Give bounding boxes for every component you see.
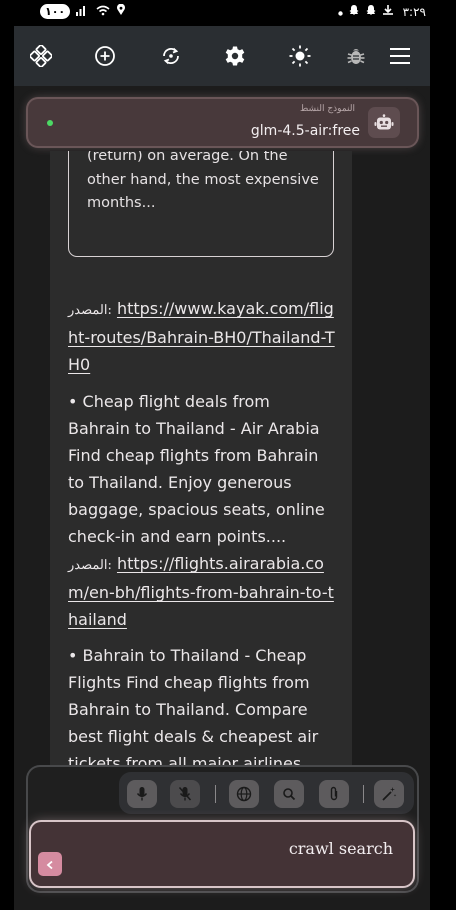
snapchat-icon: [348, 4, 360, 19]
quoted-snippet: (return) on average. On the other hand, …: [68, 151, 334, 257]
prompt-value: crawl search: [288, 839, 393, 858]
assistant-message: (return) on average. On the other hand, …: [50, 151, 352, 786]
globe-icon[interactable]: [229, 780, 259, 808]
result-item: • Bahrain to Thailand - Cheap Flights Fi…: [68, 642, 336, 777]
source-label: المصدر:: [68, 558, 112, 573]
status-time: ٣:٢٩: [402, 4, 426, 19]
source-label: المصدر:: [68, 303, 112, 318]
bug-icon[interactable]: [341, 41, 371, 71]
add-icon[interactable]: [90, 41, 120, 71]
model-name: glm-4.5-air:free: [250, 123, 360, 139]
app-window: النموذج النشط glm-4.5-air:free (return) …: [14, 26, 430, 910]
snapchat-icon: [365, 4, 377, 19]
model-caption: النموذج النشط: [299, 104, 355, 114]
signal-icon: [76, 5, 90, 19]
robot-icon[interactable]: [368, 107, 400, 138]
settings-icon[interactable]: [220, 41, 250, 71]
dot-icon: [337, 5, 343, 19]
wifi-icon: [96, 5, 110, 19]
location-icon: [116, 3, 126, 19]
menu-icon[interactable]: [385, 41, 415, 71]
search-icon[interactable]: [274, 780, 304, 808]
source-line: المصدر: https://flights.airarabia.com/en…: [68, 550, 336, 633]
composer: crawl search: [28, 767, 417, 891]
result-text: • Bahrain to Thailand - Cheap Flights Fi…: [68, 646, 319, 773]
toolbar-divider: [363, 785, 364, 803]
result-item: • Cheap flight deals from Bahrain to Tha…: [68, 388, 336, 633]
mic-icon[interactable]: [127, 780, 157, 808]
status-bar: ١٠٠ ٣:٢٩: [0, 0, 456, 26]
send-button[interactable]: [38, 852, 62, 876]
source-line: المصدر: https://www.kayak.com/flight-rou…: [68, 295, 336, 378]
download-icon: [382, 4, 394, 19]
quoted-text: (return) on average. On the other hand, …: [87, 151, 319, 211]
model-status-dot: [47, 120, 53, 126]
composer-toolbar: [119, 772, 414, 814]
magic-wand-icon[interactable]: [374, 780, 404, 808]
top-toolbar: [14, 26, 430, 86]
active-model-selector[interactable]: النموذج النشط glm-4.5-air:free: [28, 99, 417, 146]
mic-off-icon[interactable]: [170, 780, 200, 808]
refresh-icon[interactable]: [156, 41, 186, 71]
attach-icon[interactable]: [319, 780, 349, 808]
theme-icon[interactable]: [285, 41, 315, 71]
toolbar-divider: [215, 785, 216, 803]
result-text: • Cheap flight deals from Bahrain to Tha…: [68, 392, 325, 546]
prompt-input[interactable]: crawl search: [31, 822, 413, 886]
chevron-left-icon: [45, 855, 55, 874]
battery-indicator: ١٠٠: [40, 4, 71, 19]
move-icon[interactable]: [26, 41, 56, 71]
